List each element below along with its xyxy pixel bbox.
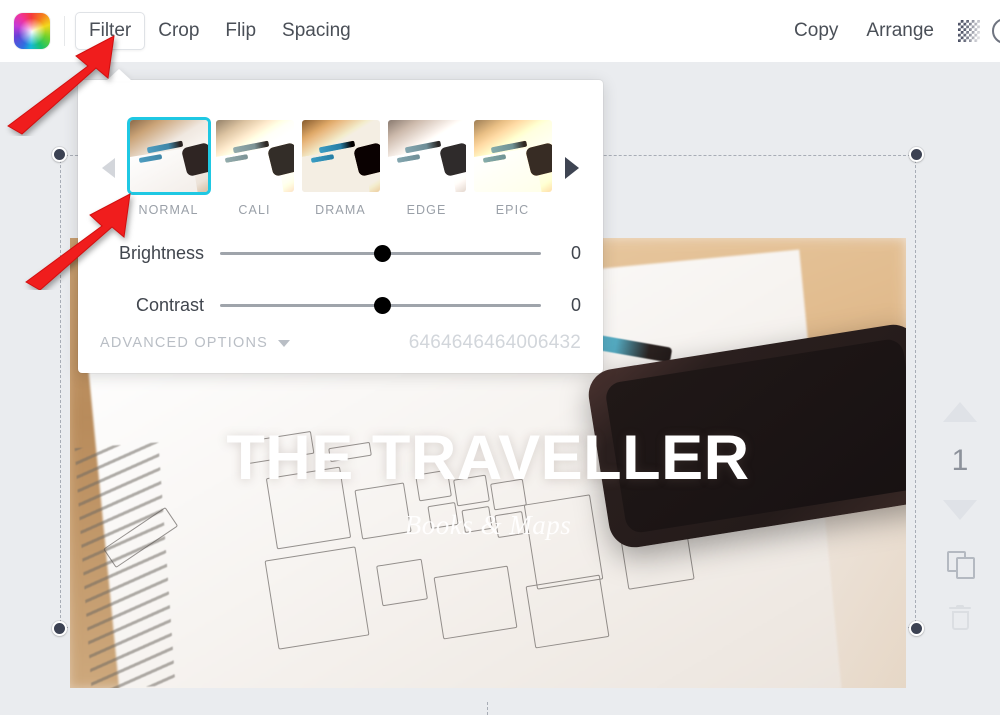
triangle-left-icon xyxy=(102,158,116,178)
delete-page-button[interactable] xyxy=(940,598,980,638)
filter-thumb-edge[interactable]: EDGE xyxy=(384,119,470,217)
filter-preview-image xyxy=(473,119,552,192)
brightness-value: 0 xyxy=(570,242,581,263)
triangle-up-icon xyxy=(943,402,977,422)
filter-thumb-normal[interactable]: NORMAL xyxy=(126,119,212,217)
filter-preview-image xyxy=(215,119,294,192)
filter-thumb-cali[interactable]: CALI xyxy=(212,119,298,217)
advanced-options-label: ADVANCED OPTIONS xyxy=(100,335,268,351)
resize-handle-bottom-left[interactable] xyxy=(52,621,67,636)
duplicate-page-button[interactable] xyxy=(940,544,980,584)
caret-down-icon xyxy=(277,339,290,347)
triangle-down-icon xyxy=(943,500,977,520)
filter-carousel-prev-button[interactable] xyxy=(100,158,118,178)
resize-handle-bottom-right[interactable] xyxy=(909,621,924,636)
brightness-slider-row[interactable]: Brightness 0 xyxy=(78,238,603,268)
contrast-slider-track[interactable] xyxy=(220,295,541,315)
triangle-right-icon xyxy=(565,157,580,179)
toolbar-item-flip[interactable]: Flip xyxy=(212,13,269,49)
toolbar-item-filter[interactable]: Filter xyxy=(75,12,146,50)
rotate-handle-stem xyxy=(487,702,488,715)
panel-caret-icon xyxy=(106,69,132,81)
photo-overlay-subtitle: Books & Maps xyxy=(404,510,572,541)
contrast-slider-row[interactable]: Contrast 0 xyxy=(78,290,603,320)
toolbar-menu: Filter Crop Flip Spacing xyxy=(75,12,364,50)
filter-preview-image xyxy=(129,119,208,192)
rainbow-gradient-logo-icon xyxy=(14,13,50,49)
resize-handle-top-right[interactable] xyxy=(909,147,924,162)
filter-thumbnail-carousel[interactable]: NORMAL CALI DRAMA EDGE EPIC xyxy=(78,102,603,234)
contrast-value: 0 xyxy=(570,294,581,315)
trash-icon xyxy=(949,605,971,631)
filter-thumb-epic[interactable]: EPIC xyxy=(470,119,556,217)
app-root: THE TRAVELLER Books & Maps ↶ + Add a new… xyxy=(0,0,1000,715)
photo-overlay-title: THE TRAVELLER xyxy=(226,423,750,493)
filter-panel-footer: ADVANCED OPTIONS 6464646464006432 xyxy=(78,331,603,355)
contrast-label: Contrast xyxy=(135,294,204,315)
filter-thumb-label: NORMAL xyxy=(138,202,199,217)
toolbar-item-copy[interactable]: Copy xyxy=(780,13,852,49)
filter-thumb-drama[interactable]: DRAMA xyxy=(298,119,384,217)
brightness-slider-track[interactable] xyxy=(220,243,541,263)
toolbar-divider xyxy=(64,16,65,46)
filter-panel[interactable]: NORMAL CALI DRAMA EDGE EPIC Brightness 0… xyxy=(78,69,603,373)
checkerboard-icon[interactable] xyxy=(958,20,980,42)
toolbar-right-group: Copy Arrange xyxy=(780,13,1000,49)
filter-thumb-label: CALI xyxy=(238,202,271,217)
move-page-up-button[interactable] xyxy=(940,392,980,432)
filter-preview-image xyxy=(301,119,380,192)
move-page-down-button[interactable] xyxy=(940,490,980,530)
toolbar-item-crop[interactable]: Crop xyxy=(145,13,212,49)
advanced-options-value: 6464646464006432 xyxy=(408,332,581,353)
advanced-options-toggle[interactable]: ADVANCED OPTIONS xyxy=(100,335,290,351)
filter-thumb-label: EPIC xyxy=(495,202,530,217)
filter-thumb-label: DRAMA xyxy=(315,202,366,217)
circle-icon[interactable] xyxy=(992,18,1000,44)
page-tools-rail: 1 xyxy=(928,392,992,638)
contrast-slider-knob[interactable] xyxy=(374,296,392,314)
filter-thumb-label: EDGE xyxy=(406,202,447,217)
brightness-slider-knob[interactable] xyxy=(374,244,392,262)
page-number-label: 1 xyxy=(951,444,969,477)
brightness-label: Brightness xyxy=(118,242,204,263)
app-logo-button[interactable] xyxy=(12,11,52,51)
filter-preview-image xyxy=(387,119,466,192)
toolbar-item-spacing[interactable]: Spacing xyxy=(269,13,364,49)
toolbar-item-arrange[interactable]: Arrange xyxy=(852,13,948,49)
filter-carousel-next-button[interactable] xyxy=(564,157,582,179)
resize-handle-top-left[interactable] xyxy=(52,147,67,162)
top-toolbar: Filter Crop Flip Spacing Copy Arrange xyxy=(0,0,1000,62)
duplicate-icon xyxy=(947,551,975,579)
